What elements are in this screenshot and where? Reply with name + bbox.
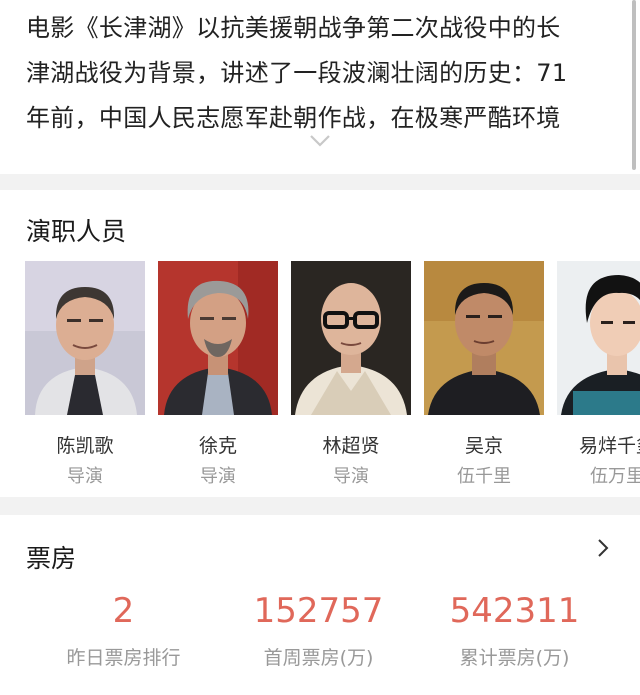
cast-role: 伍万里 [590,466,640,487]
chevron-down-icon[interactable] [309,133,331,149]
cast-section-title: 演职人员 [26,217,127,246]
cast-name: 林超贤 [322,435,380,457]
chevron-right-icon[interactable] [596,537,610,559]
synopsis-line: 津湖战役为背景，讲述了一段波澜壮阔的历史：71 [26,59,568,87]
cast-name: 徐克 [198,435,237,457]
stat-label: 昨日票房排行 [66,647,181,669]
box-office-section-title: 票房 [26,544,77,573]
stat-label: 首周票房(万) [263,647,374,669]
cast-role: 导演 [333,466,369,487]
cast-member[interactable]: 吴京 伍千里 [424,261,544,488]
cast-member[interactable]: 徐克 导演 [158,261,278,488]
cast-member[interactable]: 易烊千玺 伍万里 [557,261,640,488]
cast-name: 易烊千玺 [578,435,640,457]
scrollbar[interactable] [632,0,636,170]
stat-value: 152757 [253,591,384,631]
cast-name: 陈凯歌 [56,435,114,457]
cast-member[interactable]: 陈凯歌 导演 [25,261,145,488]
cast-photo [557,261,640,415]
synopsis-card: 电影《长津湖》以抗美援朝战争第二次战役中的长 津湖战役为背景，讲述了一段波澜壮阔… [0,0,640,174]
cast-carousel[interactable]: 陈凯歌 导演 徐克 导演 林超贤 导演 吴京 伍千里 易烊千 伍万里 [25,261,640,491]
cast-role: 导演 [67,466,103,487]
cast-photo [424,261,544,415]
stat-first-week: 152757 首周票房(万) [212,591,425,670]
stat-yesterday-rank: 2 昨日票房排行 [17,591,230,670]
cast-photo [158,261,278,415]
synopsis-line: 电影《长津湖》以抗美援朝战争第二次战役中的长 [26,14,561,42]
cast-photo [291,261,411,415]
box-office-card: 票房 2 昨日票房排行 152757 首周票房(万) 542311 累计票房(万… [0,515,640,695]
stat-label: 累计票房(万) [459,647,570,669]
cast-role: 伍千里 [457,466,511,487]
stat-total: 542311 累计票房(万) [408,591,621,670]
synopsis-text[interactable]: 电影《长津湖》以抗美援朝战争第二次战役中的长 津湖战役为背景，讲述了一段波澜壮阔… [26,6,608,141]
stat-value: 2 [112,591,135,631]
cast-photo [25,261,145,415]
stat-value: 542311 [449,591,580,631]
cast-role: 导演 [200,466,236,487]
cast-card: 演职人员 陈凯歌 导演 徐克 导演 林超贤 导演 吴京 伍千里 易烊千 伍万里 [0,190,640,497]
cast-name: 吴京 [464,435,503,457]
cast-member[interactable]: 林超贤 导演 [291,261,411,488]
